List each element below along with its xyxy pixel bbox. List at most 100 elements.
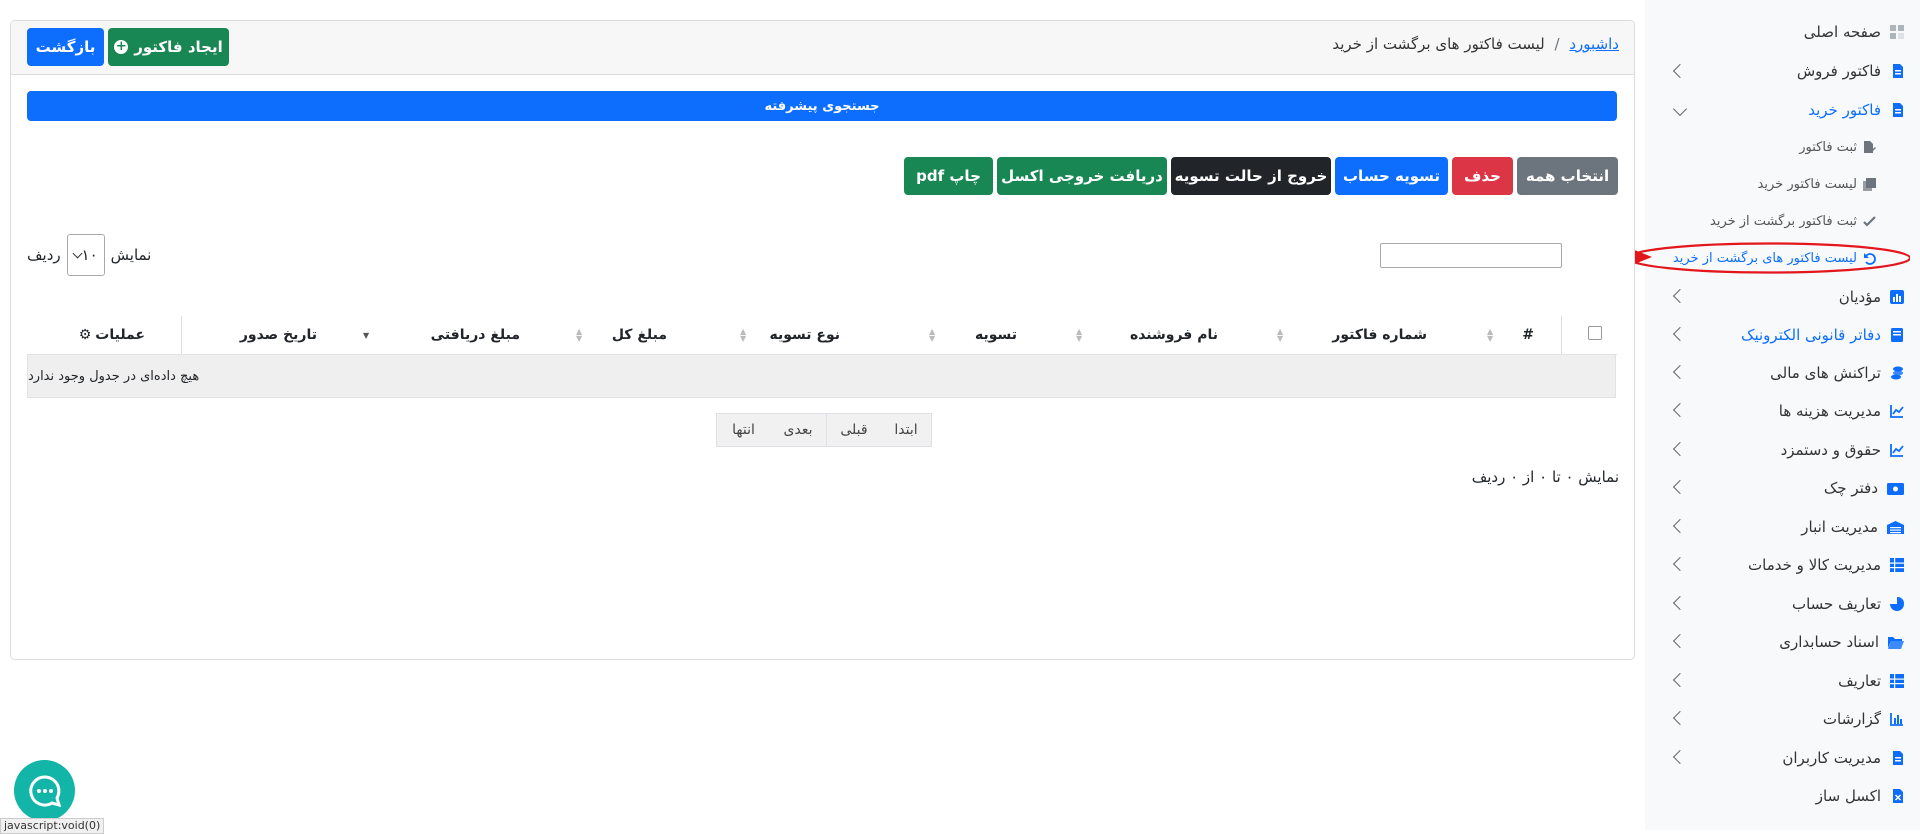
chevron-left-icon[interactable] — [1672, 441, 1688, 457]
back-button[interactable]: بازگشت — [27, 28, 104, 66]
sidebar-subitem-register-return[interactable]: ثبت فاکتور برگشت از خرید — [1710, 207, 1876, 235]
card-header: داشبورد / لیست فاکتور های برگشت از خرید … — [11, 21, 1634, 75]
coins-icon — [1890, 366, 1904, 380]
excel-file-icon — [1890, 789, 1904, 803]
sidebar-item-label: اسناد حسابداری — [1779, 633, 1879, 651]
sidebar-item-accounting-docs[interactable]: اسناد حسابداری — [1779, 627, 1904, 657]
sidebar-item-reports[interactable]: گزارشات — [1823, 704, 1904, 734]
sidebar-item-label: صفحه اصلی — [1803, 23, 1881, 41]
sidebar-subitem-register-invoice[interactable]: ثبت فاکتور — [1799, 133, 1876, 161]
sidebar-item-label: دفتر چک — [1823, 479, 1878, 497]
chart-icon — [1890, 290, 1904, 304]
select-all-checkbox[interactable] — [1588, 326, 1602, 340]
table-icon — [1890, 674, 1904, 688]
chevron-left-icon[interactable] — [1672, 749, 1688, 765]
chevron-left-icon[interactable] — [1672, 556, 1688, 572]
column-header-operations-label: عملیات — [95, 327, 145, 343]
empty-table-message: هیچ داده‌ای در جدول وجود ندارد — [27, 354, 1616, 398]
length-menu: نمایش ۱۰ ردیف — [27, 234, 151, 276]
length-select[interactable]: ۱۰ — [66, 234, 105, 276]
settle-button[interactable]: تسویه حساب — [1335, 157, 1448, 195]
line-chart-icon — [1890, 443, 1904, 457]
column-header-index[interactable]: # — [1522, 317, 1534, 353]
sidebar-item-account-defs[interactable]: تعاریف حساب — [1792, 589, 1904, 619]
sidebar-item-label: مؤدیان — [1838, 288, 1881, 306]
chevron-left-icon[interactable] — [1672, 672, 1688, 688]
sidebar-item-users[interactable]: مدیریت کاربران — [1782, 743, 1904, 773]
sidebar-item-label: گزارشات — [1822, 710, 1881, 728]
sidebar-item-label: اکسل ساز — [1815, 787, 1881, 805]
sidebar-item-sales-invoice[interactable]: فاکتور فروش — [1797, 56, 1904, 86]
table-search-input[interactable] — [1380, 243, 1562, 268]
delete-button[interactable]: حذف — [1452, 157, 1513, 195]
sidebar-item-label: ثبت فاکتور برگشت از خرید — [1710, 213, 1857, 229]
plus-circle-icon: + — [114, 39, 129, 54]
sort-icon: ▲ ▼ — [1076, 327, 1083, 343]
column-header-issue-date[interactable]: تاریخ صدور — [240, 317, 317, 353]
chevron-left-icon[interactable] — [1672, 364, 1688, 380]
length-value: ۱۰ — [81, 246, 98, 264]
column-header-total[interactable]: مبلغ کل — [612, 317, 667, 353]
sidebar-item-definitions[interactable]: تعاریف — [1838, 666, 1904, 696]
column-header-settlement[interactable]: تسویه — [975, 317, 1017, 353]
pagination-last[interactable]: انتها — [716, 413, 770, 447]
sidebar-item-label: ثبت فاکتور — [1799, 139, 1857, 155]
column-header-invoice-number[interactable]: شماره فاکتور — [1332, 317, 1427, 353]
chevron-left-icon[interactable] — [1672, 479, 1688, 495]
invoice-icon — [1890, 64, 1904, 78]
chat-widget-button[interactable] — [14, 760, 75, 821]
sidebar-item-purchase-invoice[interactable]: فاکتور خرید — [1808, 95, 1904, 125]
unsettle-button[interactable]: خروج از حالت تسویه — [1171, 157, 1331, 195]
sidebar-item-transactions[interactable]: تراکنش های مالی — [1770, 358, 1904, 388]
sidebar-item-home[interactable]: صفحه اصلی — [1804, 17, 1904, 47]
sidebar-item-products[interactable]: مدیریت کالا و خدمات — [1748, 550, 1904, 580]
column-header-seller-name[interactable]: نام فروشنده — [1130, 317, 1218, 353]
money-bill-icon — [1887, 481, 1904, 495]
sidebar-item-taxpayers[interactable]: مؤدیان — [1839, 282, 1904, 312]
sidebar-item-label: تعاریف حساب — [1791, 595, 1881, 613]
chevron-left-icon[interactable] — [1672, 595, 1688, 611]
chevron-down-icon[interactable] — [1672, 101, 1688, 117]
excel-export-button[interactable]: دریافت خروجی اکسل — [997, 157, 1167, 195]
sidebar-item-excel-builder[interactable]: اکسل ساز — [1816, 781, 1904, 811]
sidebar-item-label: مدیریت انبار — [1801, 518, 1878, 536]
pagination-first[interactable]: ابتدا — [880, 413, 932, 447]
sort-icon: ▲ ▼ — [1277, 327, 1284, 343]
chevron-left-icon[interactable] — [1672, 710, 1688, 726]
main-card: داشبورد / لیست فاکتور های برگشت از خرید … — [10, 20, 1635, 660]
sidebar-item-label: مدیریت کاربران — [1782, 749, 1881, 767]
sidebar-item-e-ledgers[interactable]: دفاتر قانونی الکترونیک — [1741, 320, 1904, 350]
chevron-left-icon[interactable] — [1672, 633, 1688, 649]
table-info: نمایش ۰ تا ۰ از ۰ ردیف — [1471, 468, 1619, 486]
breadcrumb-separator: / — [1554, 35, 1560, 53]
sort-icon: ▲ ▼ — [740, 327, 747, 343]
empty-table-text: هیچ داده‌ای در جدول وجود ندارد — [28, 368, 200, 384]
chevron-left-icon[interactable] — [1672, 288, 1688, 304]
sidebar-item-label: دفاتر قانونی الکترونیک — [1741, 326, 1881, 344]
file-icon — [1890, 751, 1904, 765]
column-divider — [181, 316, 182, 354]
advanced-search-button[interactable]: جستجوی پیشرفته — [27, 91, 1617, 121]
column-divider — [1561, 316, 1562, 354]
sidebar-item-warehouse[interactable]: مدیریت انبار — [1801, 512, 1904, 542]
line-chart-icon — [1890, 404, 1904, 418]
breadcrumb-home-link[interactable]: داشبورد — [1569, 35, 1619, 53]
chevron-left-icon[interactable] — [1672, 402, 1688, 418]
invoice-icon — [1890, 103, 1904, 117]
receipt-icon — [1863, 177, 1876, 191]
create-invoice-button[interactable]: ایجاد فاکتور + — [108, 28, 229, 66]
sidebar-item-payroll[interactable]: حقوق و دستمزد — [1781, 435, 1904, 465]
pagination-prev[interactable]: قبلی — [826, 413, 881, 447]
chevron-left-icon[interactable] — [1672, 63, 1688, 79]
sidebar-item-label: فاکتور فروش — [1796, 62, 1881, 80]
column-header-settlement-type[interactable]: نوع تسویه — [770, 317, 841, 353]
column-header-received[interactable]: مبلغ دریافتی — [431, 317, 520, 353]
sidebar-item-checkbook[interactable]: دفتر چک — [1824, 473, 1904, 503]
print-pdf-button[interactable]: چاپ pdf — [904, 157, 993, 195]
select-all-button[interactable]: انتخاب همه — [1517, 157, 1618, 195]
chevron-left-icon[interactable] — [1672, 518, 1688, 534]
sidebar-item-expenses[interactable]: مدیریت هزینه ها — [1779, 396, 1904, 426]
pagination-next[interactable]: بعدی — [769, 413, 826, 447]
sidebar-subitem-purchase-list[interactable]: لیست فاکتور خرید — [1758, 170, 1876, 198]
chevron-left-icon[interactable] — [1672, 326, 1688, 342]
